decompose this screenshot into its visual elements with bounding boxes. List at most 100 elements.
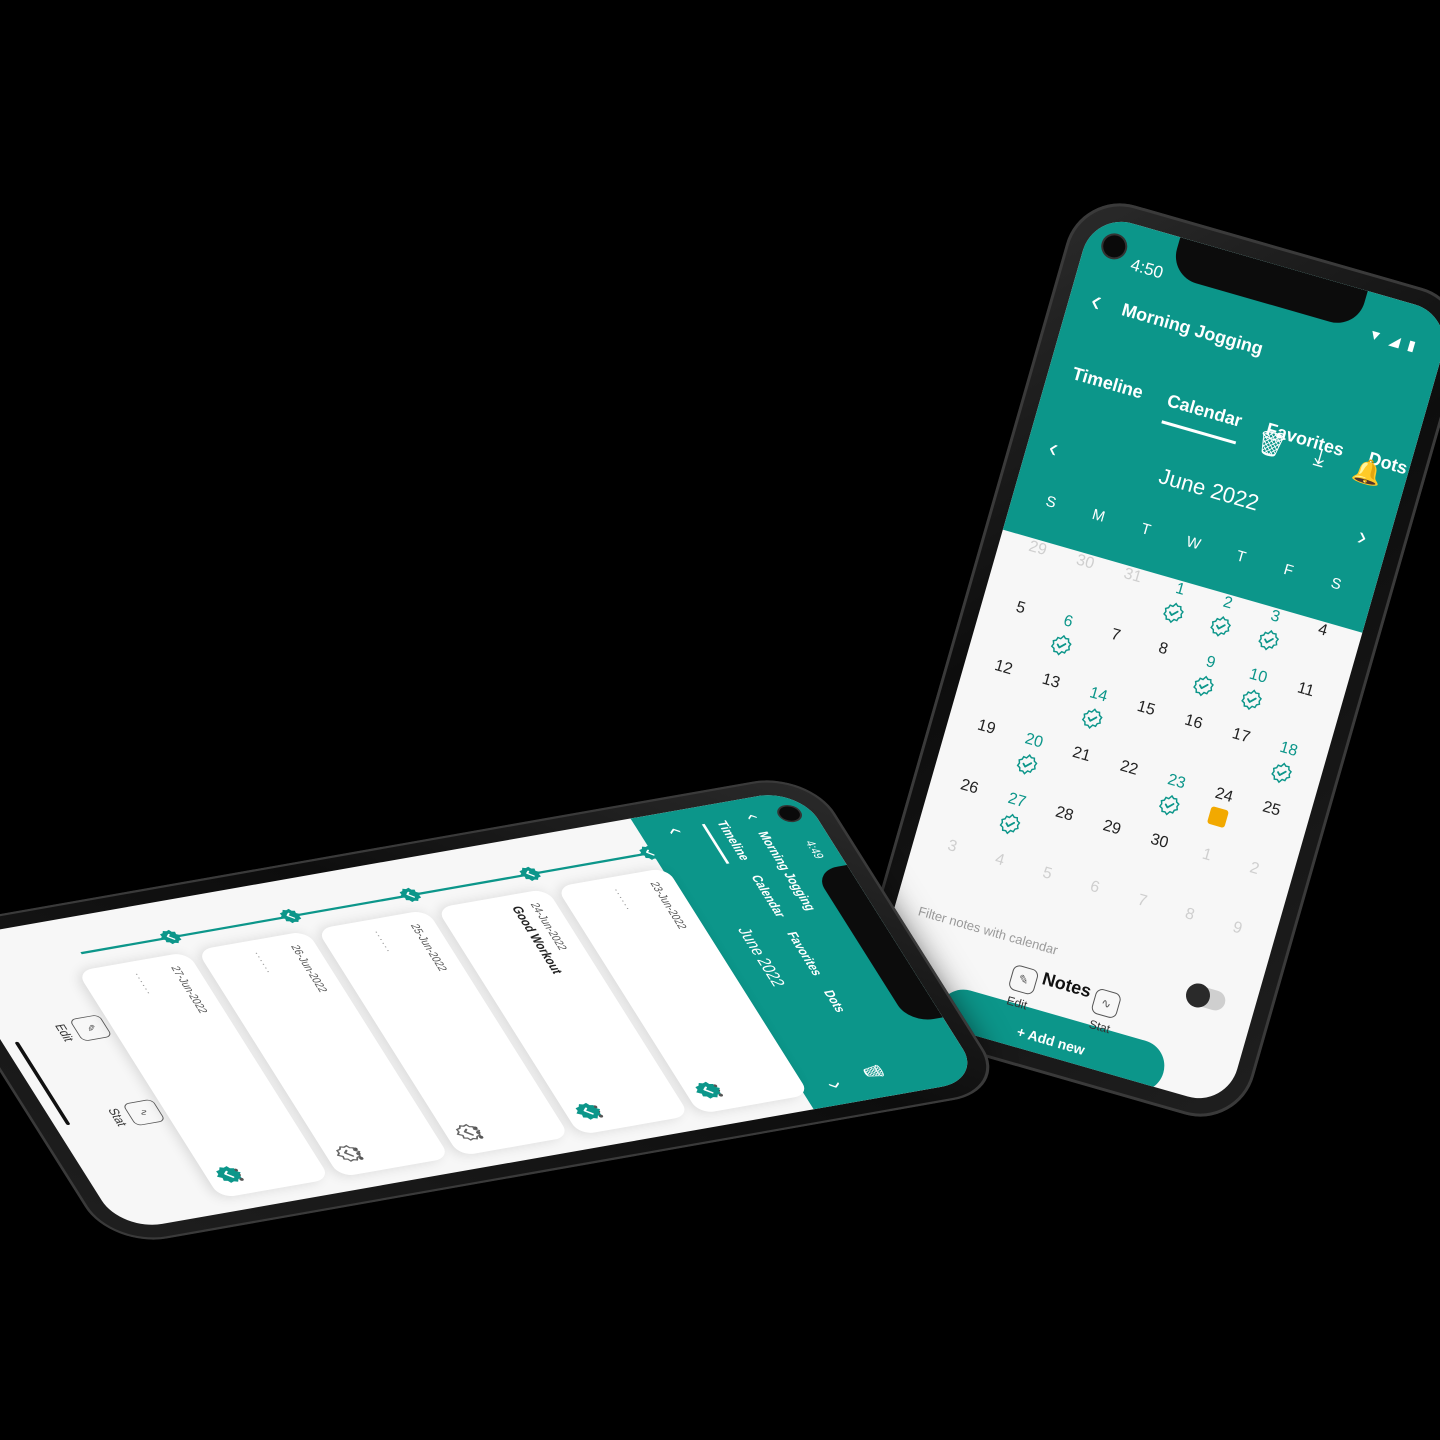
note-icon bbox=[1206, 805, 1229, 829]
day-number: 15 bbox=[1135, 697, 1157, 720]
check-badge-icon bbox=[1160, 599, 1187, 626]
stat-button[interactable]: ∿ Stat bbox=[103, 1098, 166, 1130]
weekday-label: F bbox=[1281, 561, 1296, 580]
download-icon[interactable]: ⤓ bbox=[1310, 443, 1329, 474]
check-badge-icon bbox=[1268, 759, 1295, 786]
edit-label: Edit bbox=[1005, 993, 1029, 1013]
day-number: 20 bbox=[1023, 730, 1045, 752]
camera-hole bbox=[773, 803, 807, 824]
delete-icon[interactable]: 🗑 bbox=[858, 1062, 888, 1081]
day-number: 28 bbox=[1053, 803, 1076, 825]
day-number: 5 bbox=[1013, 598, 1028, 618]
day-number: 30 bbox=[1148, 830, 1171, 852]
edit-button[interactable]: ✎ Edit bbox=[1003, 963, 1040, 1013]
day-number: 1 bbox=[1173, 579, 1187, 599]
day-number: 6 bbox=[1061, 612, 1075, 632]
tab-timeline[interactable]: Timeline bbox=[1066, 363, 1145, 416]
entry-placeholder: ...... bbox=[252, 950, 280, 975]
day-number: 22 bbox=[1118, 757, 1140, 779]
entry-placeholder: ...... bbox=[611, 887, 639, 912]
day-number: 23 bbox=[1165, 771, 1188, 793]
day-number: 8 bbox=[1156, 639, 1170, 659]
entry-date: 27-Jun-2022 bbox=[168, 965, 211, 1015]
stat-button[interactable]: ∿ Stat bbox=[1085, 987, 1123, 1037]
stat-label: Stat bbox=[1087, 1016, 1112, 1037]
status-time: 4:49 bbox=[802, 839, 828, 860]
system-icons: ▼ ◢ ▮ bbox=[1366, 325, 1418, 355]
weekday-label: T bbox=[1139, 520, 1153, 540]
day-number: 19 bbox=[975, 716, 998, 738]
day-number: 4 bbox=[1316, 620, 1330, 640]
back-chevron-icon[interactable]: ‹ bbox=[1087, 284, 1106, 318]
weekday-label: T bbox=[1234, 547, 1248, 567]
day-number: 26 bbox=[958, 776, 981, 798]
calendar-screen: 4:50 ▼ ◢ ▮ ‹ Morning Jogging Timeline Ca… bbox=[866, 212, 1440, 1108]
day-number: 17 bbox=[1230, 725, 1252, 747]
back-chevron-icon[interactable]: ‹ bbox=[737, 812, 768, 822]
day-number: 10 bbox=[1247, 665, 1270, 687]
edit-button[interactable]: ✎ Edit bbox=[50, 1014, 113, 1045]
day-number: 6 bbox=[1088, 877, 1102, 897]
day-number: 13 bbox=[1040, 670, 1062, 692]
day-number: 1 bbox=[1200, 845, 1214, 865]
day-number: 31 bbox=[1121, 565, 1144, 587]
day-number: 3 bbox=[1268, 607, 1282, 626]
day-number: 2 bbox=[1247, 859, 1262, 879]
status-time: 4:50 bbox=[1128, 255, 1166, 283]
edit-icon: ✎ bbox=[1007, 963, 1040, 996]
day-number: 29 bbox=[1100, 817, 1123, 839]
wifi-icon: ▼ bbox=[1366, 325, 1385, 345]
toolbar: 🗑 bbox=[858, 1062, 888, 1081]
timeline-check-badge-icon bbox=[395, 885, 425, 904]
title-row: ‹ Morning Jogging bbox=[1087, 284, 1266, 364]
tab-dots[interactable]: Dots bbox=[809, 989, 850, 1015]
weekday-label: S bbox=[1328, 574, 1344, 594]
timeline-check-badge-icon bbox=[515, 864, 545, 883]
stat-icon: ∿ bbox=[1090, 987, 1123, 1020]
day-number: 21 bbox=[1070, 743, 1093, 766]
signal-icon: ◢ bbox=[1387, 331, 1403, 350]
check-badge-icon bbox=[1078, 705, 1105, 732]
battery-icon: ▮ bbox=[1405, 336, 1418, 354]
day-number: 12 bbox=[992, 657, 1015, 679]
day-number: 7 bbox=[1135, 891, 1149, 911]
camera-hole bbox=[1098, 230, 1131, 263]
tab-calendar[interactable]: Calendar bbox=[1161, 390, 1245, 445]
day-number: 2 bbox=[1221, 593, 1235, 613]
check-badge-icon bbox=[1207, 613, 1234, 640]
day-number: 11 bbox=[1295, 679, 1317, 701]
entry-date: 26-Jun-2022 bbox=[287, 944, 331, 994]
entry-placeholder: ...... bbox=[132, 971, 160, 996]
check-badge-icon bbox=[1238, 686, 1265, 713]
day-number: 24 bbox=[1213, 784, 1235, 807]
check-badge-icon bbox=[996, 810, 1023, 837]
weekday-label: W bbox=[1184, 533, 1203, 554]
day-number: 8 bbox=[1183, 905, 1197, 924]
day-number: 7 bbox=[1109, 625, 1123, 645]
day-number: 9 bbox=[1204, 653, 1218, 672]
day-number: 4 bbox=[993, 850, 1007, 870]
weekday-label: S bbox=[1043, 492, 1059, 512]
timeline-check-badge-icon bbox=[156, 928, 186, 947]
day-number: 30 bbox=[1074, 551, 1097, 573]
page-title: Morning Jogging bbox=[1119, 298, 1266, 359]
day-number: 3 bbox=[945, 837, 959, 856]
day-number: 5 bbox=[1040, 864, 1054, 884]
check-badge-icon bbox=[1048, 632, 1075, 659]
day-number: 9 bbox=[1230, 918, 1244, 938]
entry-placeholder: ...... bbox=[372, 929, 400, 954]
day-number: 25 bbox=[1260, 798, 1283, 820]
day-number: 16 bbox=[1182, 711, 1205, 733]
day-number: 29 bbox=[1026, 537, 1049, 560]
timeline-screen: 4:49 ‹ Morning Jogging Timeline Calendar… bbox=[0, 788, 983, 1232]
timeline-check-badge-icon bbox=[275, 907, 305, 926]
phone-timeline-view: 4:49 ‹ Morning Jogging Timeline Calendar… bbox=[0, 771, 1010, 1249]
check-badge-icon bbox=[1190, 673, 1217, 700]
check-badge-icon bbox=[1014, 751, 1041, 778]
check-badge-icon bbox=[1255, 627, 1282, 654]
day-number: 14 bbox=[1087, 684, 1110, 706]
day-number: 27 bbox=[1005, 789, 1028, 812]
weekday-label: M bbox=[1090, 506, 1107, 526]
day-number: 18 bbox=[1277, 738, 1300, 761]
check-badge-icon bbox=[1156, 792, 1183, 819]
